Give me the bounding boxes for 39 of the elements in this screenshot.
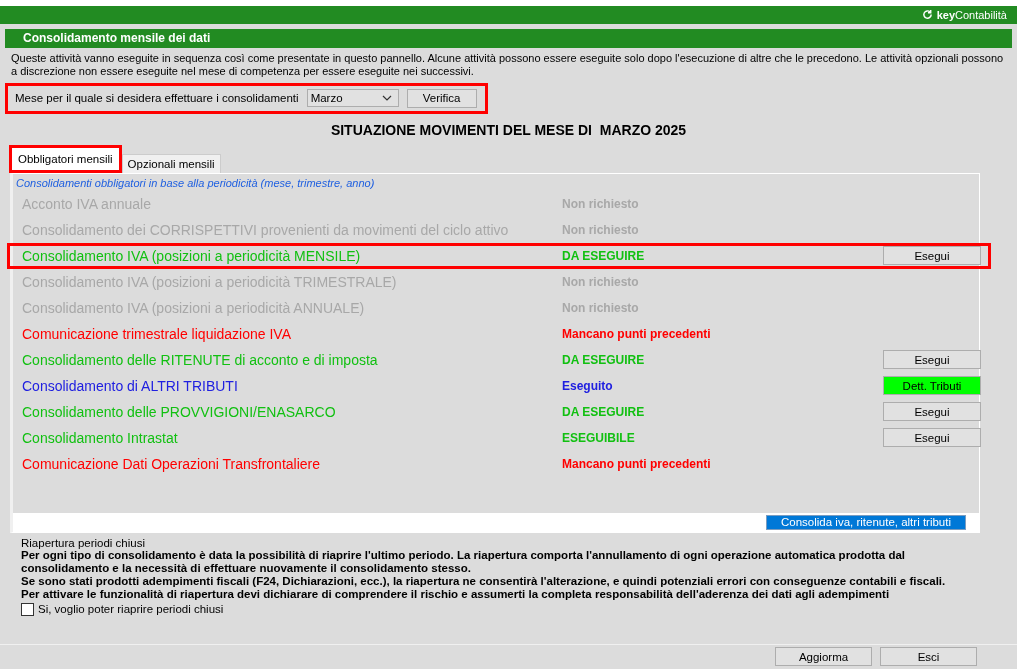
refresh-icon <box>921 9 933 21</box>
month-label: Mese per il quale si desidera effettuare i consolidamenti <box>15 92 299 105</box>
activity-name: Comunicazione trimestrale liquidazione IVA <box>21 325 292 342</box>
panel-description: Queste attività vanno eseguite in sequenza così come presentate in questo pannello. Alcune attività possono essere eseguite solo dopo l'esecuzione di altre che le precedono. Le attività opzionali possono a discrezione non essere eseguite nel mese di competenza per essere eseguite nei successivi. <box>10 50 1005 79</box>
activity-name: Consolidamento Intrastat <box>21 429 179 446</box>
activity-name: Consolidamento delle RITENUTE di acconto e di imposta <box>21 351 379 368</box>
warning-paragraph: Se sono stati prodotti adempimenti fiscali (F24, Dichiarazioni, ecc.), la riapertura ne consentirà l'alterazione, e quindi potenziali errori con conseguenze contabili e fiscali. Per attivare le funzionalità di riapertura devi dichiarare di comprendere il rischio e assumerti la completa responsabilità dell'aderenza dei dati agli adempimenti <box>21 574 947 601</box>
activity-status: DA ESEGUIRE <box>562 404 646 419</box>
activity-status: Mancano punti precedenti <box>562 326 712 341</box>
panel-title: Consolidamento mensile dei dati <box>5 28 1012 48</box>
checkbox-label: Si, voglio poter riaprire periodi chiusi <box>38 603 224 616</box>
section-caption: Consolidamenti obbligatori in base alla periodicità (mese, trimestre, anno) <box>15 175 376 191</box>
activity-name: Consolidamento delle PROVVIGIONI/ENASARCO <box>21 403 337 420</box>
footer-button[interactable]: Aggiorma <box>775 647 872 667</box>
activity-status: DA ESEGUIRE <box>562 248 646 263</box>
execute-button[interactable]: Esegui <box>883 402 981 422</box>
reopen-title: Riapertura periodi chiusi <box>21 536 146 549</box>
warning-paragraph: Per ogni tipo di consolidamento è data la possibilità di riaprire l'ultimo periodo. La riapertura comporta l'annullamento di ogni operazione automatica prodotta dal consolidamento e la necessità di effettuare nuovamente il consolidamento stesso. <box>21 548 907 575</box>
activity-name: Comunicazione Dati Operazioni Transfrontaliere <box>21 455 322 472</box>
execute-button[interactable]: Esegui <box>883 428 981 448</box>
activity-status: ESEGUIBILE <box>562 430 636 445</box>
details-button[interactable]: Dett. Tributi <box>883 376 981 396</box>
activity-name: Consolidamento IVA (posizioni a periodicità MENSILE) <box>21 247 362 264</box>
app-logo: keyContabilità <box>936 8 1007 21</box>
month-heading: SITUAZIONE MOVIMENTI DEL MESE DI MARZO 2025 <box>329 121 688 138</box>
tab[interactable]: Obbligatori mensili <box>9 144 122 173</box>
footer-button[interactable]: Esci <box>880 647 977 667</box>
verify-button[interactable]: Verifica <box>406 88 477 108</box>
month-dropdown[interactable]: Marzo <box>306 89 399 108</box>
tab[interactable]: Opzionali mensili <box>121 153 221 173</box>
consolidate-button[interactable]: Consolida iva, ritenute, altri tributi <box>766 514 966 530</box>
chevron-down-icon <box>381 95 392 102</box>
activity-status: Eseguito <box>562 378 614 393</box>
activity-status: Mancano punti precedenti <box>562 456 712 471</box>
checkbox[interactable] <box>21 602 34 616</box>
activity-status: DA ESEGUIRE <box>562 352 646 367</box>
execute-button[interactable]: Esegui <box>883 350 981 370</box>
activity-name: Consolidamento di ALTRI TRIBUTI <box>21 377 239 394</box>
execute-button[interactable]: Esegui <box>883 246 981 266</box>
